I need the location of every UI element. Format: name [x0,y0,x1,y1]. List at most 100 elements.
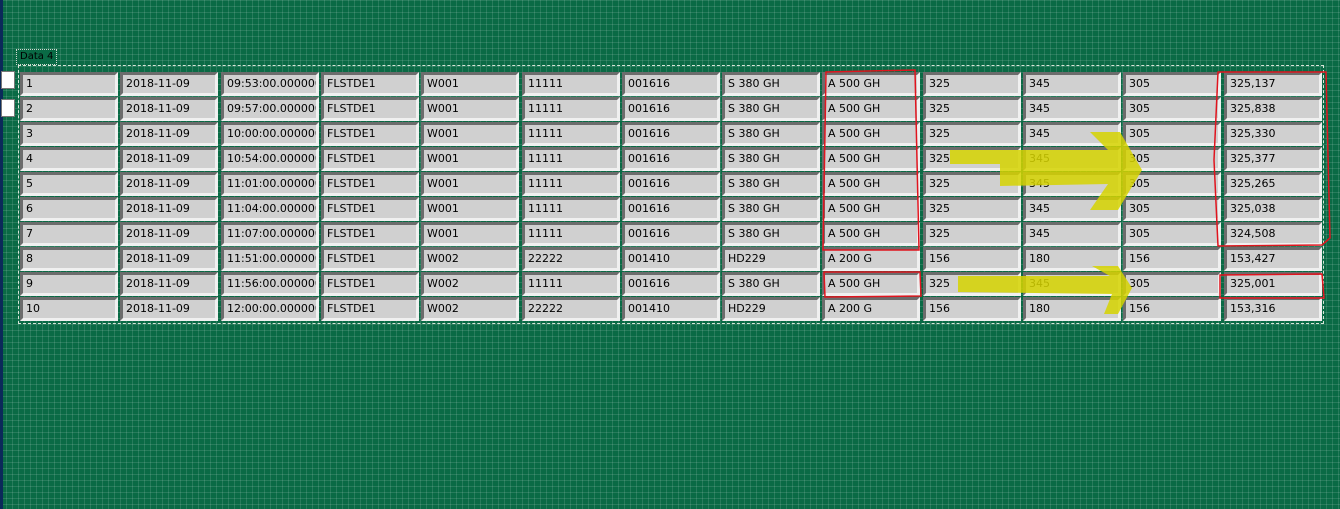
cell-val-a[interactable]: 325 [923,272,1021,296]
cell-grade[interactable]: A 500 GH [822,97,920,121]
cell-station[interactable]: FLSTDE1 [321,222,419,246]
cell-part[interactable]: 001616 [622,72,720,96]
cell-steel[interactable]: HD229 [722,297,820,321]
cell-val-b[interactable]: 180 [1023,297,1121,321]
cell-date[interactable]: 2018-11-09 [120,122,218,146]
cell-code[interactable]: 22222 [522,297,620,321]
cell-part[interactable]: 001616 [622,122,720,146]
cell-code[interactable]: 11111 [522,272,620,296]
cell-code[interactable]: 11111 [522,172,620,196]
cell-date[interactable]: 2018-11-09 [120,272,218,296]
cell-line[interactable]: W001 [421,147,519,171]
cell-date[interactable]: 2018-11-09 [120,297,218,321]
cell-id[interactable]: 5 [20,172,118,196]
cell-line[interactable]: W001 [421,172,519,196]
cell-id[interactable]: 2 [20,97,118,121]
cell-line[interactable]: W001 [421,72,519,96]
cell-code[interactable]: 11111 [522,222,620,246]
cell-val-c[interactable]: 305 [1123,172,1221,196]
cell-part[interactable]: 001410 [622,297,720,321]
cell-date[interactable]: 2018-11-09 [120,147,218,171]
cell-station[interactable]: FLSTDE1 [321,72,419,96]
cell-steel[interactable]: S 380 GH [722,122,820,146]
cell-result[interactable]: 325,137 [1224,72,1322,96]
cell-date[interactable]: 2018-11-09 [120,197,218,221]
cell-station[interactable]: FLSTDE1 [321,147,419,171]
cell-val-b[interactable]: 345 [1023,272,1121,296]
cell-station[interactable]: FLSTDE1 [321,197,419,221]
cell-steel[interactable]: S 380 GH [722,172,820,196]
cell-steel[interactable]: S 380 GH [722,72,820,96]
cell-line[interactable]: W001 [421,222,519,246]
cell-time[interactable]: 11:04:00.0000000 [221,197,319,221]
cell-val-c[interactable]: 305 [1123,222,1221,246]
cell-time[interactable]: 11:07:00.0000000 [221,222,319,246]
cell-date[interactable]: 2018-11-09 [120,247,218,271]
cell-grade[interactable]: A 500 GH [822,272,920,296]
cell-part[interactable]: 001616 [622,147,720,171]
cell-val-a[interactable]: 325 [923,122,1021,146]
cell-val-c[interactable]: 305 [1123,197,1221,221]
cell-val-a[interactable]: 325 [923,222,1021,246]
cell-grade[interactable]: A 200 G [822,247,920,271]
cell-steel[interactable]: S 380 GH [722,222,820,246]
cell-result[interactable]: 153,316 [1224,297,1322,321]
cell-part[interactable]: 001616 [622,97,720,121]
cell-steel[interactable]: HD229 [722,247,820,271]
cell-grade[interactable]: A 500 GH [822,147,920,171]
cell-val-a[interactable]: 325 [923,172,1021,196]
cell-grade[interactable]: A 200 G [822,297,920,321]
cell-val-b[interactable]: 345 [1023,172,1121,196]
cell-val-a[interactable]: 325 [923,72,1021,96]
cell-code[interactable]: 11111 [522,147,620,171]
cell-val-a[interactable]: 156 [923,247,1021,271]
cell-val-c[interactable]: 156 [1123,247,1221,271]
cell-result[interactable]: 324,508 [1224,222,1322,246]
cell-date[interactable]: 2018-11-09 [120,222,218,246]
cell-station[interactable]: FLSTDE1 [321,172,419,196]
cell-val-b[interactable]: 345 [1023,72,1121,96]
cell-code[interactable]: 11111 [522,97,620,121]
column-index-display[interactable] [1,99,15,117]
cell-val-c[interactable]: 305 [1123,72,1221,96]
cell-val-a[interactable]: 156 [923,297,1021,321]
cell-steel[interactable]: S 380 GH [722,147,820,171]
cell-station[interactable]: FLSTDE1 [321,272,419,296]
cell-val-b[interactable]: 180 [1023,247,1121,271]
cell-station[interactable]: FLSTDE1 [321,297,419,321]
cell-val-c[interactable]: 156 [1123,297,1221,321]
cell-grade[interactable]: A 500 GH [822,222,920,246]
cell-result[interactable]: 325,330 [1224,122,1322,146]
cell-station[interactable]: FLSTDE1 [321,122,419,146]
cell-line[interactable]: W002 [421,272,519,296]
cell-time[interactable]: 09:57:00.0000000 [221,97,319,121]
cell-time[interactable]: 12:00:00.0000000 [221,297,319,321]
cell-date[interactable]: 2018-11-09 [120,172,218,196]
cell-line[interactable]: W001 [421,97,519,121]
cell-val-c[interactable]: 305 [1123,147,1221,171]
cell-part[interactable]: 001410 [622,247,720,271]
cell-val-b[interactable]: 345 [1023,147,1121,171]
cell-id[interactable]: 10 [20,297,118,321]
cell-val-b[interactable]: 345 [1023,122,1121,146]
cell-id[interactable]: 9 [20,272,118,296]
cell-part[interactable]: 001616 [622,197,720,221]
cell-result[interactable]: 153,427 [1224,247,1322,271]
cell-val-c[interactable]: 305 [1123,97,1221,121]
cell-val-a[interactable]: 325 [923,97,1021,121]
cell-id[interactable]: 3 [20,122,118,146]
cell-steel[interactable]: S 380 GH [722,97,820,121]
cell-val-b[interactable]: 345 [1023,97,1121,121]
cell-date[interactable]: 2018-11-09 [120,97,218,121]
cell-val-a[interactable]: 325 [923,197,1021,221]
row-index-display[interactable] [1,71,15,89]
cell-line[interactable]: W002 [421,247,519,271]
cell-grade[interactable]: A 500 GH [822,122,920,146]
cell-code[interactable]: 11111 [522,197,620,221]
cell-val-a[interactable]: 325 [923,147,1021,171]
cell-steel[interactable]: S 380 GH [722,272,820,296]
cell-val-c[interactable]: 305 [1123,272,1221,296]
cell-time[interactable]: 10:54:00.0000000 [221,147,319,171]
cell-part[interactable]: 001616 [622,172,720,196]
cell-id[interactable]: 6 [20,197,118,221]
